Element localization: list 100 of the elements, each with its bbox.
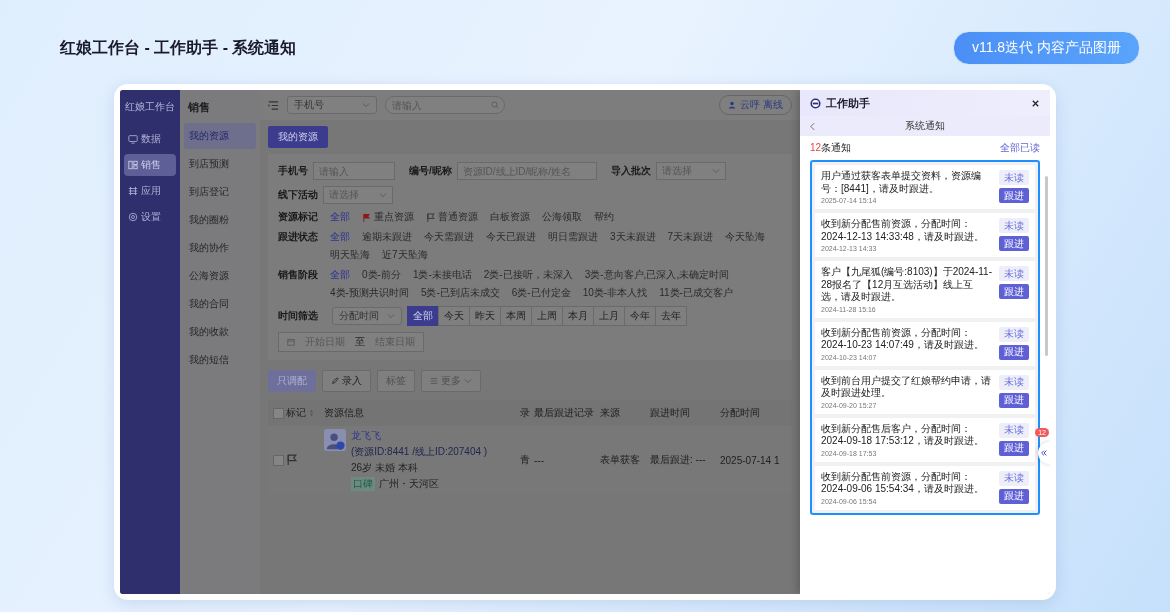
person-icon — [728, 101, 737, 109]
tab[interactable]: 我的资源 — [268, 126, 328, 148]
table-cell-text: 青 — [520, 453, 531, 467]
unread-button[interactable]: 未读 — [999, 218, 1029, 233]
flag-icon — [426, 212, 435, 222]
unread-button[interactable]: 未读 — [999, 422, 1029, 438]
nav-item[interactable]: 销售 — [124, 154, 176, 176]
search-type-select[interactable]: 手机号 — [287, 96, 377, 114]
follow-up-button[interactable]: 跟进 — [999, 236, 1029, 251]
close-icon[interactable] — [1031, 98, 1040, 108]
notice-message: 收到新分配售前资源，分配时间：2024-10-23 14:07:49，请及时跟进。 — [821, 326, 985, 352]
range-tab[interactable]: 全部 — [407, 306, 439, 326]
filter-option[interactable]: 公海领取 — [542, 210, 582, 224]
filter-option[interactable]: 5类-已到店未成交 — [420, 286, 500, 300]
unread-button[interactable]: 未读 — [999, 170, 1029, 185]
sidebar-item[interactable]: 到店预测 — [184, 151, 256, 177]
version-badge: v11.8迭代 内容产品图册 — [952, 31, 1140, 65]
sort-icon[interactable] — [309, 409, 314, 417]
field-label: 手机号 — [278, 164, 308, 178]
unread-button[interactable]: 未读 — [999, 266, 1029, 281]
resource-name[interactable]: 龙飞飞 — [351, 429, 381, 443]
filter-option[interactable]: 3类-意向客户,已深入,未确定时间 — [584, 268, 730, 282]
nav-item[interactable]: 应用 — [124, 180, 176, 202]
flag-icon[interactable] — [286, 453, 297, 465]
filter-option[interactable]: 7天未跟进 — [667, 230, 714, 244]
filter-option[interactable]: 重点资源 — [362, 210, 414, 224]
checkbox[interactable] — [273, 407, 284, 419]
filter-option[interactable]: 4类-预测共识时间 — [330, 286, 409, 300]
filter-option[interactable]: 0类-前分 — [362, 268, 401, 282]
column-header: 标记 — [286, 406, 306, 420]
settings-icon — [128, 212, 138, 222]
filter-option[interactable]: 3天未跟进 — [610, 230, 656, 244]
follow-up-button[interactable]: 跟进 — [999, 344, 1029, 360]
filter-option[interactable]: 2类-已接听，未深入 — [483, 268, 573, 282]
search-icon[interactable] — [491, 101, 499, 109]
filter-option[interactable]: 全部 — [330, 268, 350, 282]
double-chevron-icon — [1040, 449, 1048, 457]
pen-icon — [331, 377, 339, 385]
range-tab[interactable]: 今年 — [624, 306, 656, 326]
filter-option[interactable]: 帮约 — [594, 210, 614, 224]
checkbox[interactable] — [273, 454, 284, 466]
notice-message: 收到新分配售前资源，分配时间：2024-12-13 14:33:48，请及时跟进。 — [821, 218, 985, 243]
follow-up-button[interactable]: 跟进 — [999, 488, 1029, 504]
nav-item[interactable]: 设置 — [124, 206, 176, 228]
mark-all-read-link[interactable]: 全部已读 — [1000, 141, 1040, 155]
filter-option[interactable]: 11类-已成交客户 — [659, 286, 733, 300]
filter-option[interactable]: 1类-未接电话 — [412, 268, 472, 282]
sidebar-item[interactable]: 我的收款 — [184, 319, 256, 345]
filter-option[interactable]: 全部 — [330, 210, 350, 224]
range-tab[interactable]: 本周 — [500, 306, 532, 326]
page-title: 红娘工作台 - 工作助手 - 系统通知 — [60, 37, 297, 58]
sidebar-item[interactable]: 我的圈粉 — [184, 207, 256, 233]
range-tab[interactable]: 今天 — [438, 306, 470, 326]
filter-option[interactable]: 逾期未跟进 — [362, 230, 412, 244]
filter-option[interactable]: 明日需跟进 — [548, 230, 598, 244]
grid-icon — [128, 186, 138, 196]
range-tab[interactable]: 昨天 — [469, 306, 501, 326]
filter-option[interactable]: 10类-非本人找 — [582, 286, 648, 300]
scrollbar[interactable] — [1045, 176, 1048, 356]
back-icon[interactable] — [810, 121, 815, 131]
range-tab[interactable]: 本月 — [562, 306, 594, 326]
filter-option[interactable]: 白板资源 — [490, 210, 530, 224]
column-header: 跟进时间 — [650, 406, 691, 420]
table-cell-text: 表单获客 — [600, 453, 641, 467]
tag: 口碑 — [351, 477, 375, 491]
follow-up-button[interactable]: 跟进 — [999, 188, 1029, 203]
sidebar-item[interactable]: 我的短信 — [184, 347, 256, 373]
filter-option[interactable]: 今天需跟进 — [424, 230, 474, 244]
menu-icon[interactable] — [268, 99, 279, 111]
toolbar-button[interactable]: 录入 — [322, 370, 371, 392]
filter-option[interactable]: 全部 — [330, 230, 350, 244]
column-header: 分配时间 — [720, 406, 761, 420]
follow-up-button[interactable]: 跟进 — [999, 440, 1029, 456]
sidebar-item[interactable]: 到店登记 — [184, 179, 256, 205]
table-cell-text: 最后跟进: --- — [650, 453, 707, 467]
filter-option[interactable]: 6类-已付定金 — [511, 286, 571, 300]
unread-button[interactable]: 未读 — [999, 374, 1029, 390]
filter-option[interactable]: 今天已跟进 — [486, 230, 536, 244]
filter-option[interactable]: 明天坠海 — [330, 248, 370, 262]
sidebar-item[interactable]: 我的资源 — [184, 123, 256, 149]
follow-up-button[interactable]: 跟进 — [999, 392, 1029, 408]
section-title: 销售 — [186, 100, 211, 115]
call-status-button[interactable]: 云呼 离线 — [719, 95, 792, 115]
location: 广州・天河区 — [379, 477, 439, 491]
follow-up-button[interactable]: 跟进 — [999, 284, 1029, 299]
nav-item[interactable]: 数据 — [124, 128, 176, 150]
range-tab[interactable]: 去年 — [655, 306, 687, 326]
time-field-select[interactable]: 分配时间 — [332, 307, 402, 325]
notice-message: 收到新分配售前资源，分配时间：2024-09-06 15:54:34，请及时跟进。 — [821, 470, 985, 496]
filter-option[interactable]: 今天坠海 — [725, 230, 766, 244]
range-tab[interactable]: 上月 — [593, 306, 625, 326]
brand-title: 红娘工作台 — [124, 100, 176, 114]
sidebar-item[interactable]: 我的合同 — [184, 291, 256, 317]
filter-option[interactable]: 近7天坠海 — [382, 248, 428, 262]
sidebar-item[interactable]: 我的协作 — [184, 235, 256, 261]
range-tab[interactable]: 上周 — [531, 306, 563, 326]
unread-button[interactable]: 未读 — [999, 326, 1029, 342]
unread-button[interactable]: 未读 — [999, 470, 1029, 486]
sidebar-item[interactable]: 公海资源 — [184, 263, 256, 289]
filter-option[interactable]: 普通资源 — [426, 210, 478, 224]
